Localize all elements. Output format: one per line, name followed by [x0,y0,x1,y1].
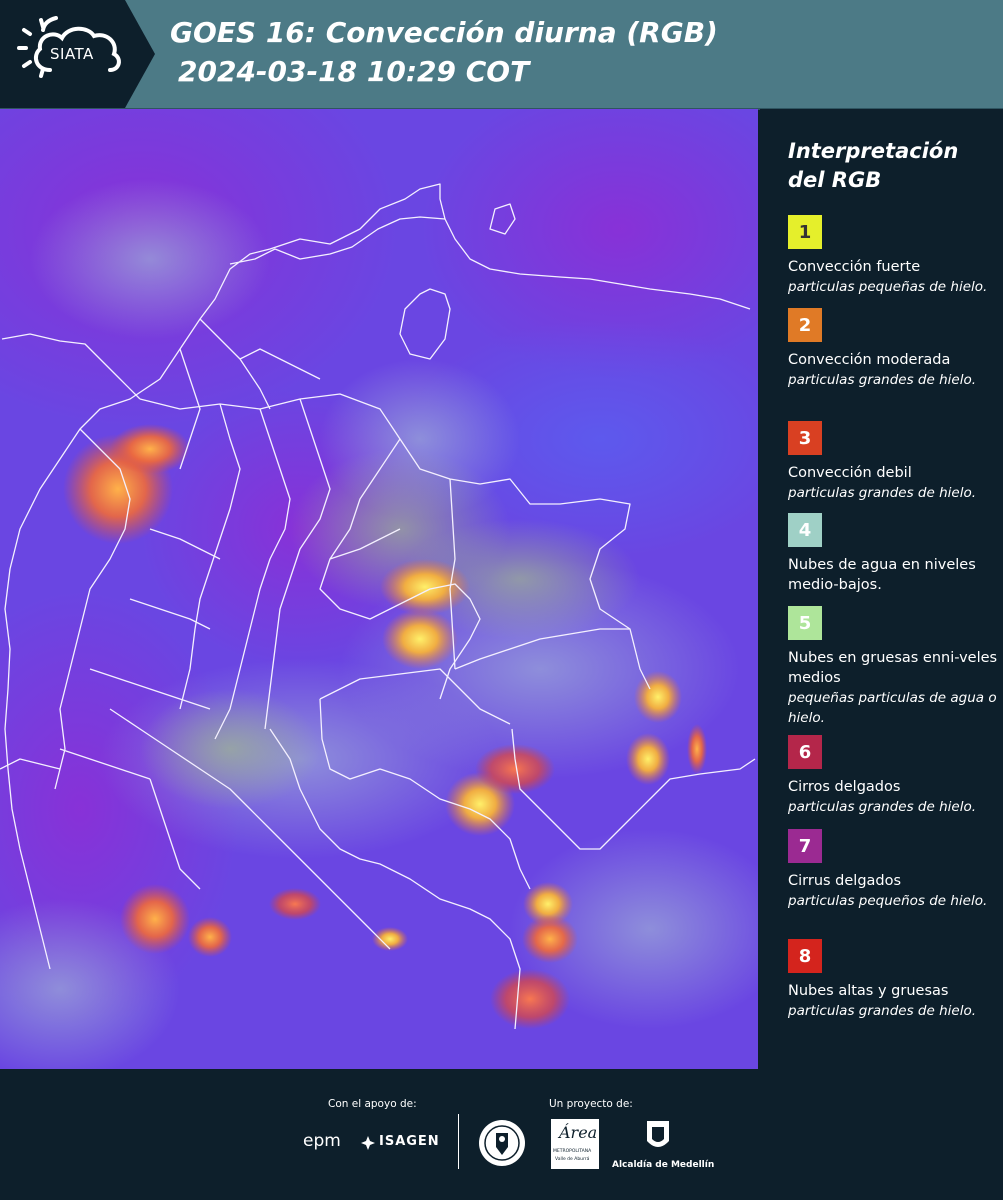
header-bar: SIATA GOES 16: Convección diurna (RGB) 2… [0,0,1003,110]
page-title: GOES 16: Convección diurna (RGB) [170,16,718,49]
university-seal-icon [479,1120,525,1166]
area-logo-text: Área [559,1123,598,1142]
legend-item-thin-cirrus-small: 7 Cirrus delgados particulas pequeños de… [788,829,998,911]
legend-item-title: Nubes de agua en niveles medio-bajos. [788,557,976,593]
siata-logo: SIATA [0,0,155,108]
legend-title: Interpretación del RGB [788,137,958,195]
legend-item-subtitle: particulas grandes de hielo. [788,1003,976,1019]
legend-item-subtitle: particulas grandes de hielo. [788,485,976,501]
legend-item-thin-cirrus-large: 6 Cirros delgados particulas grandes de … [788,735,998,817]
legend-item-subtitle: pequeñas particulas de agua o hielo. [788,690,997,726]
legend-panel: Interpretación del RGB 1 Convección fuer… [760,109,1003,1069]
legend-item-mid-level-clouds: 5 Nubes en gruesas enni-veles medios peq… [788,606,998,728]
legend-item-title: Convección moderada [788,352,951,368]
alcaldia-medellin-text: Alcaldía de Medellín [612,1160,715,1170]
isagen-logo: ISAGEN [379,1134,440,1149]
legend-item-title: Nubes en gruesas enni-veles medios [788,650,998,686]
legend-title-line2: del RGB [788,168,882,192]
legend-swatch: 6 [788,735,822,769]
map-canvas [0,109,758,1069]
legend-item-low-water-clouds: 4 Nubes de agua en niveles medio-bajos. [788,513,998,595]
isagen-icon [361,1136,375,1150]
legend-item-strong-convection: 1 Convección fuerte particulas pequeñas … [788,215,998,297]
legend-item-high-thick-clouds: 8 Nubes altas y gruesas particulas grand… [788,939,998,1021]
area-logo-sub1: METROPOLITANA [553,1149,592,1154]
legend-item-subtitle: particulas pequeñas de hielo. [788,279,988,295]
legend-swatch: 1 [788,215,822,249]
legend-item-subtitle: particulas pequeños de hielo. [788,893,988,909]
legend-item-moderate-convection: 2 Convección moderada particulas grandes… [788,308,998,390]
legend-title-line1: Interpretación [788,139,959,163]
satellite-rgb-map[interactable] [0,109,758,1069]
legend-item-title: Nubes altas y gruesas [788,983,949,999]
legend-item-title: Convección fuerte [788,259,921,275]
legend-swatch: 8 [788,939,822,973]
legend-swatch: 5 [788,606,822,640]
project-label: Un proyecto de: [549,1098,633,1110]
legend-swatch: 2 [788,308,822,342]
medellin-shield-icon [647,1121,669,1147]
siata-logo-text: SIATA [50,45,94,63]
legend-item-weak-convection: 3 Convección debil particulas grandes de… [788,421,998,503]
legend-item-subtitle: particulas grandes de hielo. [788,799,976,815]
area-logo-sub2: Valle de Aburrá [555,1157,590,1162]
legend-item-title: Cirrus delgados [788,873,902,889]
footer-divider [458,1114,459,1169]
legend-item-title: Convección debil [788,465,912,481]
legend-item-subtitle: particulas grandes de hielo. [788,372,976,388]
footer: Con el apoyo de: Un proyecto de: epm ISA… [0,1069,1003,1200]
legend-swatch: 3 [788,421,822,455]
timestamp: 2024-03-18 10:29 COT [178,55,530,88]
legend-swatch: 7 [788,829,822,863]
support-label: Con el apoyo de: [328,1098,417,1110]
epm-logo-text: epm [303,1131,341,1151]
legend-item-title: Cirros delgados [788,779,901,795]
area-metropolitana-logo: Área METROPOLITANA Valle de Aburrá [551,1119,599,1169]
legend-swatch: 4 [788,513,822,547]
epm-logo: epm [303,1131,341,1151]
